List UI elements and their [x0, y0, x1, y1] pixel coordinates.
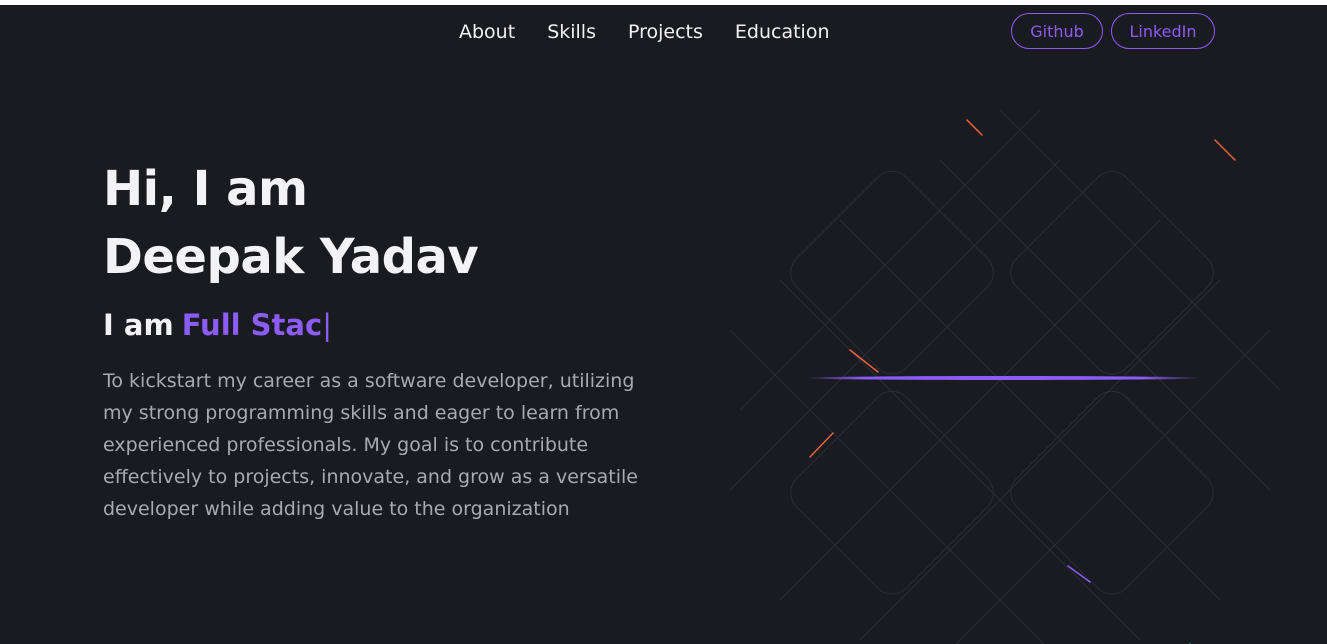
- nav-skills[interactable]: Skills: [547, 21, 596, 43]
- role-typed-text: Full Stac: [181, 308, 323, 342]
- hero-greeting: Hi, I am: [103, 161, 308, 217]
- page: About Skills Projects Education Github L…: [0, 5, 1327, 644]
- hero-bio: To kickstart my career as a software dev…: [103, 370, 638, 520]
- grid-line: [779, 279, 1141, 641]
- nav-education[interactable]: Education: [735, 21, 830, 43]
- purple-beam: [803, 376, 1203, 380]
- grid-line: [779, 219, 1161, 601]
- github-button[interactable]: Github: [1011, 13, 1103, 49]
- main-nav: About Skills Projects Education: [459, 21, 830, 43]
- grid-line: [939, 159, 1271, 491]
- nav-projects[interactable]: Projects: [628, 21, 703, 43]
- nav-about[interactable]: About: [459, 21, 515, 43]
- background-grid-art: [729, 109, 1280, 644]
- typing-cursor: |: [322, 308, 332, 342]
- grid-line: [729, 159, 1061, 491]
- linkedin-button[interactable]: LinkedIn: [1111, 13, 1215, 49]
- grid-line: [739, 109, 1041, 411]
- spark-line: [966, 119, 983, 136]
- spark-line: [849, 349, 879, 373]
- grid-diamond: [1010, 170, 1214, 375]
- spark-line: [1214, 139, 1236, 161]
- hero-name: Deepak Yadav: [103, 229, 479, 285]
- social-links: Github LinkedIn: [1011, 13, 1215, 49]
- grid-line: [999, 109, 1280, 391]
- role-prefix: I am: [103, 308, 174, 342]
- hero-role: I am Full Stac|: [103, 308, 332, 342]
- grid-line: [859, 279, 1221, 641]
- grid-line: [839, 219, 1221, 601]
